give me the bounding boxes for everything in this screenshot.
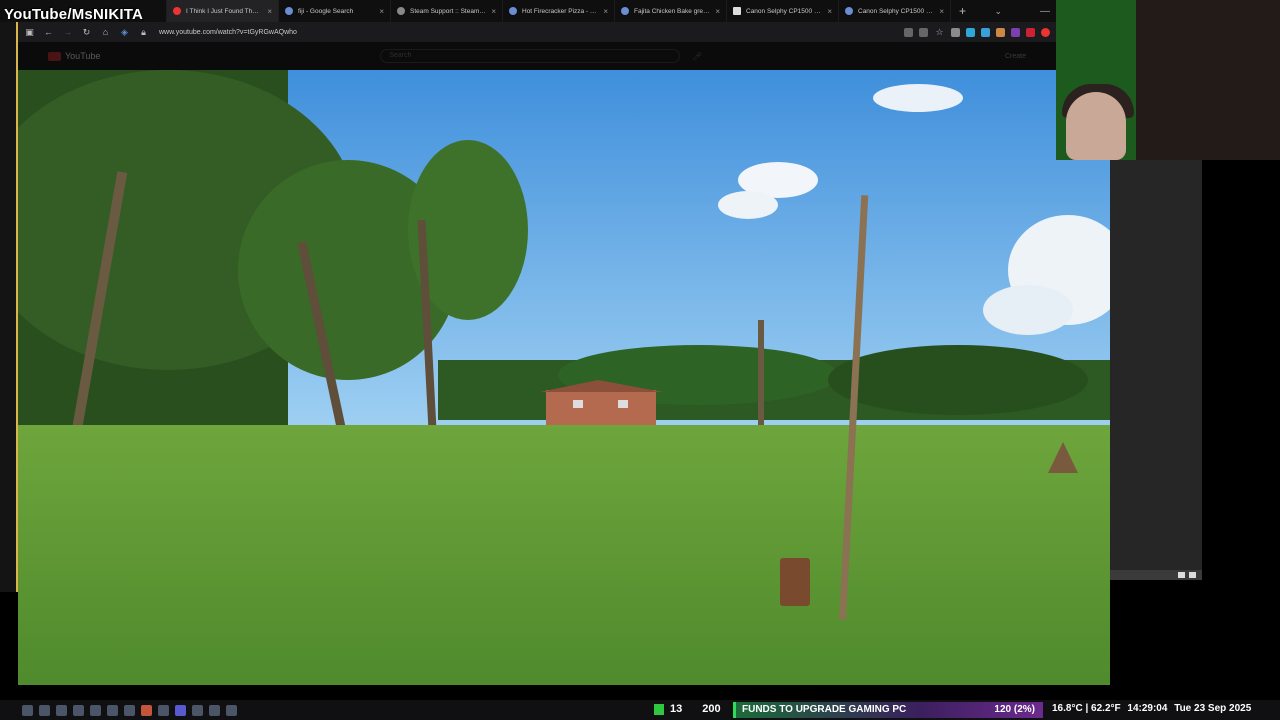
shield-icon[interactable]: ◈ <box>119 27 130 38</box>
browser-tab[interactable]: fiji - Google Search × <box>279 0 391 22</box>
tab-title: Steam Support :: SteamOS Insta <box>410 7 487 15</box>
tab-list-chevron-icon[interactable]: ⌄ <box>994 6 1002 17</box>
download-icon[interactable] <box>981 27 990 37</box>
address-bar[interactable]: www.youtube.com/watch?v=tGyRGwAQwho <box>159 29 297 36</box>
app-icon[interactable] <box>124 704 135 716</box>
browser-tab-strip: I Think I Just Found The Be × fiji - Goog… <box>0 0 1056 22</box>
goal-label: FUNDS TO UPGRADE GAMING PC <box>742 704 907 715</box>
stats-total: 200 <box>702 703 721 715</box>
screenshot-icon[interactable] <box>904 27 913 37</box>
tab-title: fiji - Google Search <box>298 7 354 15</box>
start-icon[interactable] <box>22 704 33 716</box>
panel-control-icon[interactable] <box>1189 572 1196 578</box>
close-icon[interactable]: × <box>715 7 720 16</box>
minimize-icon[interactable]: — <box>1040 6 1050 17</box>
video-frame-scene <box>18 70 1110 685</box>
app-icon[interactable] <box>226 704 237 716</box>
app-icon[interactable] <box>209 704 220 716</box>
browser-tab[interactable]: Fajita Chicken Bake greggs - G × <box>615 0 727 22</box>
tab-title: Hot Firecracker Pizza - Google <box>522 7 599 15</box>
goal-progress: 120 (2%) <box>994 704 1035 715</box>
reader-icon[interactable] <box>919 27 928 37</box>
panel-scrollbar[interactable] <box>1110 570 1202 580</box>
funding-goal-bar: FUNDS TO UPGRADE GAMING PC 120 (2%) <box>733 702 1043 718</box>
app-icon[interactable] <box>73 704 84 716</box>
toolbar-actions: ☆ <box>904 27 1050 38</box>
taskbar-apps <box>0 704 237 716</box>
bookmark-star-icon[interactable]: ☆ <box>934 27 945 38</box>
stream-stats: 13 200 <box>654 703 721 715</box>
browser-tab[interactable]: Steam Support :: SteamOS Insta × <box>391 0 503 22</box>
side-panel <box>1110 160 1202 580</box>
clock-date: Tue 23 Sep 2025 <box>1174 703 1252 714</box>
webcam-room <box>1136 0 1280 160</box>
extension-icon[interactable] <box>1011 27 1020 37</box>
back-icon[interactable]: ← <box>43 27 54 37</box>
youtube-header: YouTube Search 🎤︎ Create <box>18 42 1056 70</box>
lock-icon[interactable]: 🔒︎ <box>138 27 149 38</box>
google-favicon-icon <box>509 7 517 15</box>
background-window-edge <box>0 22 18 592</box>
app-icon[interactable] <box>192 704 203 716</box>
close-icon[interactable]: × <box>939 7 944 16</box>
new-tab-icon[interactable]: + <box>951 4 974 18</box>
channel-overlay: YouTube/MsNIKITA <box>4 6 144 23</box>
streamer-face <box>1066 92 1126 160</box>
tab-title: Canon Selphy CP1500 - buy at <box>746 7 822 15</box>
close-icon[interactable]: × <box>267 7 272 16</box>
close-icon[interactable]: × <box>603 7 608 16</box>
browser-tab[interactable]: Canon Selphy CP1500 - Google × <box>839 0 951 22</box>
google-favicon-icon <box>285 7 293 15</box>
temperature-readout: 16.8°C | 62.2°F <box>1052 703 1121 714</box>
extension-icon[interactable] <box>996 27 1005 37</box>
close-icon[interactable]: × <box>827 7 832 16</box>
extension-icon[interactable] <box>1026 27 1035 37</box>
search-icon[interactable] <box>39 704 50 716</box>
browser-tab[interactable]: Hot Firecracker Pizza - Google × <box>503 0 615 22</box>
youtube-logo[interactable]: YouTube <box>48 51 100 61</box>
app-icon[interactable] <box>90 704 101 716</box>
close-icon[interactable]: × <box>491 7 496 16</box>
app-icon[interactable] <box>141 704 152 716</box>
stats-count: 13 <box>670 703 683 715</box>
home-icon[interactable]: ⌂ <box>100 27 111 37</box>
stats-indicator-icon <box>654 703 664 715</box>
webcam-overlay <box>1056 0 1280 160</box>
create-button[interactable]: Create <box>1005 53 1026 60</box>
youtube-logo-text: YouTube <box>65 51 101 61</box>
shop-favicon-icon <box>733 7 741 15</box>
clock-time: 14:29:04 <box>1127 703 1168 714</box>
forward-icon[interactable]: → <box>62 27 73 37</box>
google-favicon-icon <box>845 7 853 15</box>
youtube-play-icon <box>48 51 61 61</box>
tab-title: I Think I Just Found The Be <box>186 7 263 15</box>
browser-toolbar: ▣ ← → ↻ ⌂ ◈ 🔒︎ www.youtube.com/watch?v=t… <box>18 22 1056 42</box>
google-favicon-icon <box>621 7 629 15</box>
tab-title: Fajita Chicken Bake greggs - G <box>634 7 711 15</box>
microphone-icon[interactable]: 🎤︎ <box>692 52 702 61</box>
extension-icon[interactable] <box>951 27 960 37</box>
search-input[interactable]: Search <box>380 49 681 63</box>
video-player[interactable] <box>18 70 1110 685</box>
extension-icon[interactable] <box>966 27 975 37</box>
sidebar-icon[interactable]: ▣ <box>24 27 35 38</box>
browser-tab[interactable]: I Think I Just Found The Be × <box>167 0 279 22</box>
app-icon[interactable] <box>158 704 169 716</box>
app-icon[interactable] <box>175 704 186 716</box>
tab-title: Canon Selphy CP1500 - Google <box>858 7 934 15</box>
youtube-favicon-icon <box>173 7 181 15</box>
taskbar: 13 200 FUNDS TO UPGRADE GAMING PC 120 (2… <box>0 700 1280 720</box>
system-info: 16.8°C | 62.2°F 14:29:04 Tue 23 Sep 2025 <box>1052 703 1251 714</box>
steam-favicon-icon <box>397 7 405 15</box>
browser-tab[interactable]: Canon Selphy CP1500 - buy at × <box>727 0 839 22</box>
extension-icon[interactable] <box>1041 27 1050 37</box>
close-icon[interactable]: × <box>379 7 384 16</box>
reload-icon[interactable]: ↻ <box>81 27 92 38</box>
panel-control-icon[interactable] <box>1178 572 1185 578</box>
app-icon[interactable] <box>56 704 67 716</box>
app-icon[interactable] <box>107 704 118 716</box>
